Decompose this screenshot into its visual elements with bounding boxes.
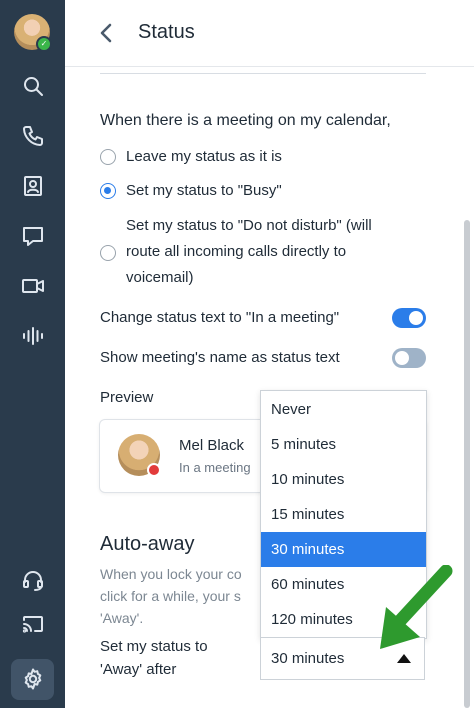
away-after-label-line2: 'Away' after: [100, 661, 177, 678]
dropdown-option-30-minutes[interactable]: 30 minutes: [261, 532, 426, 567]
dropdown-option-15-minutes[interactable]: 15 minutes: [261, 497, 426, 532]
radio-set-dnd-label-line3[interactable]: voicemail): [126, 265, 194, 290]
auto-away-title: Auto-away: [100, 533, 195, 555]
dropdown-option-5-minutes[interactable]: 5 minutes: [261, 427, 426, 462]
radio-set-busy-label[interactable]: Set my status to "Busy": [126, 178, 282, 203]
show-meeting-name-label: Show meeting's name as status text: [100, 349, 340, 366]
toggle-knob: [395, 351, 409, 365]
dropdown-option-10-minutes[interactable]: 10 minutes: [261, 462, 426, 497]
caret-up-icon: [397, 654, 411, 663]
radio-set-dnd[interactable]: [100, 245, 116, 261]
dropdown-option-never[interactable]: Never: [261, 392, 426, 427]
radio-leave-status[interactable]: [100, 149, 116, 165]
change-status-text-label: Change status text to "In a meeting": [100, 309, 340, 326]
phone-icon[interactable]: [19, 122, 47, 150]
chat-icon[interactable]: [19, 222, 47, 250]
away-after-label-line1: Set my status to: [100, 638, 208, 655]
avatar: [118, 434, 161, 477]
support-headset-icon[interactable]: [19, 566, 47, 594]
video-icon[interactable]: [19, 272, 47, 300]
radio-set-dnd-label-line2[interactable]: route all incoming calls directly to: [126, 239, 346, 264]
radio-leave-status-label[interactable]: Leave my status as it is: [126, 144, 282, 169]
preview-name: Mel Black: [179, 437, 245, 454]
radio-set-busy[interactable]: [100, 183, 116, 199]
divider: [100, 73, 426, 74]
user-avatar[interactable]: ✓: [14, 14, 52, 52]
page-title: Status: [138, 21, 195, 43]
calendar-meeting-question: When there is a meeting on my calendar,: [100, 112, 391, 129]
radio-set-dnd-label-line1[interactable]: Set my status to "Do not disturb" (will: [126, 213, 372, 238]
preview-status-text: In a meeting: [179, 460, 251, 475]
contacts-icon[interactable]: [19, 172, 47, 200]
away-after-selected-value: 30 minutes: [271, 650, 345, 667]
back-arrow-icon[interactable]: [95, 21, 119, 45]
search-icon[interactable]: [19, 72, 47, 100]
voicemail-icon[interactable]: [19, 322, 47, 350]
sidebar: ✓: [0, 0, 65, 708]
preview-label: Preview: [100, 389, 154, 406]
auto-away-description-line2: click for a while, your s: [100, 588, 241, 604]
auto-away-description-line3: 'Away'.: [100, 610, 144, 626]
header-bar: [65, 0, 474, 67]
busy-status-icon: [147, 463, 161, 477]
auto-away-description-line1: When you lock your co: [100, 566, 242, 582]
cast-icon[interactable]: [19, 610, 47, 638]
gear-icon[interactable]: [19, 665, 47, 693]
change-status-text-toggle[interactable]: [392, 308, 426, 328]
annotation-arrow-icon: [380, 565, 453, 649]
show-meeting-name-toggle[interactable]: [392, 348, 426, 368]
online-status-icon: ✓: [36, 36, 52, 52]
scrollbar[interactable]: [464, 220, 470, 708]
toggle-knob: [409, 311, 423, 325]
